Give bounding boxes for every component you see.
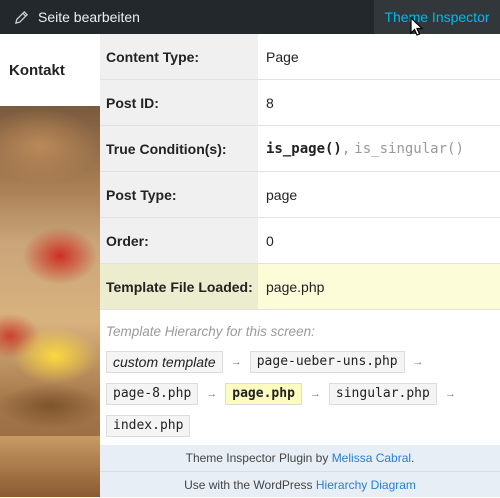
site-navigation: Kontakt xyxy=(0,34,100,106)
hero-image-bottom xyxy=(0,436,100,497)
row-label: Content Type: xyxy=(100,34,258,79)
hero-image xyxy=(0,106,100,497)
template-hierarchy: Template Hierarchy for this screen: cust… xyxy=(100,310,500,454)
hierarchy-item: page-8.php xyxy=(106,383,199,405)
hierarchy-item-active: page.php xyxy=(225,383,302,405)
theme-inspector-label: Theme Inspector xyxy=(384,9,490,25)
theme-inspector-panel: Content Type: Page Post ID: 8 True Condi… xyxy=(100,34,500,497)
footer-credit-suffix: . xyxy=(411,451,415,465)
arrow-right-icon: → xyxy=(206,388,218,400)
nav-item-kontakt[interactable]: Kontakt xyxy=(9,62,65,79)
row-value: 0 xyxy=(266,232,274,249)
arrow-right-icon: → xyxy=(230,356,242,368)
row-post-type: Post Type: page xyxy=(100,172,500,218)
row-label: Post ID: xyxy=(100,80,258,125)
row-value: Page xyxy=(266,48,299,65)
condition-separator: , xyxy=(341,140,351,157)
row-value: page xyxy=(266,186,298,203)
row-value: is_page(), is_singular() xyxy=(258,126,500,171)
row-label: Order: xyxy=(100,218,258,263)
author-link[interactable]: Melissa Cabral xyxy=(332,451,411,465)
row-order: Order: 0 xyxy=(100,218,500,264)
row-post-id: Post ID: 8 xyxy=(100,80,500,126)
condition-secondary: is_singular() xyxy=(354,140,464,157)
mouse-cursor-icon xyxy=(410,17,424,36)
hierarchy-item: page-ueber-uns.php xyxy=(249,351,405,373)
condition-primary: is_page() xyxy=(266,140,342,157)
pencil-icon xyxy=(14,10,29,24)
hierarchy-item: index.php xyxy=(106,415,191,437)
hierarchy-item: custom template xyxy=(106,351,223,373)
row-value: page.php xyxy=(258,264,500,309)
hierarchy-item: singular.php xyxy=(328,383,437,405)
hierarchy-title: Template Hierarchy for this screen: xyxy=(106,324,315,339)
row-label: Post Type: xyxy=(100,172,258,217)
row-label: Template File Loaded: xyxy=(100,264,258,309)
row-value: 8 xyxy=(266,94,274,111)
row-true-conditions: True Condition(s): is_page(), is_singular… xyxy=(100,126,500,172)
hierarchy-list: custom template → page-ueber-uns.php → p… xyxy=(106,351,494,437)
hierarchy-diagram-link[interactable]: Hierarchy Diagram xyxy=(316,478,416,492)
footer-credit: Theme Inspector Plugin by Melissa Cabral… xyxy=(100,445,500,471)
theme-inspector-menu[interactable]: Theme Inspector xyxy=(374,0,500,34)
footer-diagram-text: Use with the WordPress xyxy=(184,478,316,492)
row-template-file-loaded: Template File Loaded: page.php xyxy=(100,264,500,310)
row-content-type: Content Type: Page xyxy=(100,34,500,80)
edit-page-link[interactable]: Seite bearbeiten xyxy=(14,0,140,34)
inspector-footer: Theme Inspector Plugin by Melissa Cabral… xyxy=(100,445,500,497)
arrow-right-icon: → xyxy=(412,356,424,368)
admin-bar: Seite bearbeiten Theme Inspector xyxy=(0,0,500,34)
arrow-right-icon: → xyxy=(309,388,321,400)
footer-credit-text: Theme Inspector Plugin by xyxy=(185,451,332,465)
footer-diagram: Use with the WordPress Hierarchy Diagram xyxy=(100,471,500,498)
edit-page-label: Seite bearbeiten xyxy=(38,9,140,25)
row-label: True Condition(s): xyxy=(100,126,258,171)
arrow-right-icon: → xyxy=(444,388,456,400)
